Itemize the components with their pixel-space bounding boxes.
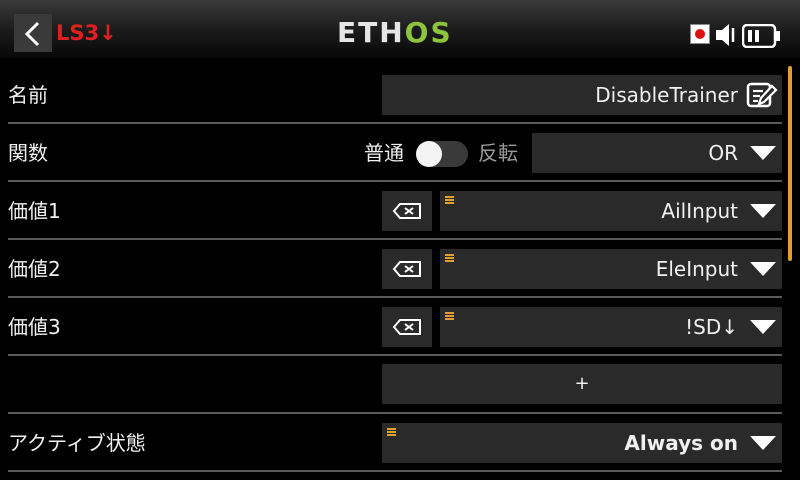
name-label: 名前 (8, 83, 48, 107)
value3-dropdown[interactable]: !SD↓ (440, 307, 782, 347)
clear-value2-button[interactable] (382, 249, 432, 289)
ethos-logo: ETHOS (337, 18, 453, 48)
active-dropdown[interactable]: Always on (382, 423, 782, 463)
battery-icon[interactable] (742, 24, 782, 48)
speaker-icon[interactable] (714, 22, 738, 48)
logo-text-accent: OS (404, 16, 453, 49)
scrollbar[interactable] (788, 66, 792, 261)
chevron-left-icon (24, 21, 40, 47)
row-add: + (8, 356, 782, 414)
row-function: 関数 普通 反転 OR (8, 124, 782, 182)
back-button[interactable] (14, 14, 52, 52)
source-marker-icon (445, 254, 454, 262)
toggle-normal-label: 普通 (364, 141, 404, 165)
row-value2: 価値2 EleInput (8, 240, 782, 298)
page-title: LS3↓ (56, 21, 117, 45)
function-value: OR (708, 141, 738, 165)
value1-label: 価値1 (8, 199, 61, 223)
row-value1: 価値1 AilInput (8, 182, 782, 240)
active-label: アクティブ状態 (8, 431, 146, 455)
value2-value: EleInput (655, 257, 738, 281)
row-value3: 価値3 !SD↓ (8, 298, 782, 356)
source-marker-icon (387, 428, 396, 436)
add-value-button[interactable]: + (382, 364, 782, 404)
invert-toggle[interactable] (416, 141, 468, 167)
triangle-down-icon (750, 146, 776, 160)
triangle-down-icon (750, 320, 776, 334)
value3-label: 価値3 (8, 315, 61, 339)
source-marker-icon (445, 312, 454, 320)
triangle-down-icon (750, 436, 776, 450)
value2-dropdown[interactable]: EleInput (440, 249, 782, 289)
triangle-down-icon (750, 204, 776, 218)
edit-icon[interactable] (746, 81, 778, 109)
value3-value: !SD↓ (685, 315, 738, 339)
source-marker-icon (445, 196, 454, 204)
value1-value: AilInput (661, 199, 738, 223)
triangle-down-icon (750, 262, 776, 276)
logo-text-main: ETH (337, 16, 405, 49)
active-value: Always on (624, 431, 738, 455)
clear-icon (392, 261, 421, 277)
row-active: アクティブ状態 Always on (8, 414, 782, 472)
toggle-invert-label: 反転 (478, 141, 518, 165)
divider (8, 470, 782, 472)
add-label: + (574, 373, 590, 394)
clear-icon (392, 203, 421, 219)
row-name: 名前 DisableTrainer (8, 66, 782, 124)
value2-label: 価値2 (8, 257, 61, 281)
record-icon[interactable] (690, 24, 710, 44)
clear-icon (392, 319, 421, 335)
value1-dropdown[interactable]: AilInput (440, 191, 782, 231)
function-label: 関数 (8, 141, 48, 165)
name-value: DisableTrainer (595, 83, 738, 107)
function-dropdown[interactable]: OR (532, 133, 782, 173)
clear-value1-button[interactable] (382, 191, 432, 231)
clear-value3-button[interactable] (382, 307, 432, 347)
toggle-knob (416, 141, 442, 167)
name-field[interactable]: DisableTrainer (382, 75, 782, 115)
top-bar: LS3↓ ETHOS (0, 0, 800, 58)
